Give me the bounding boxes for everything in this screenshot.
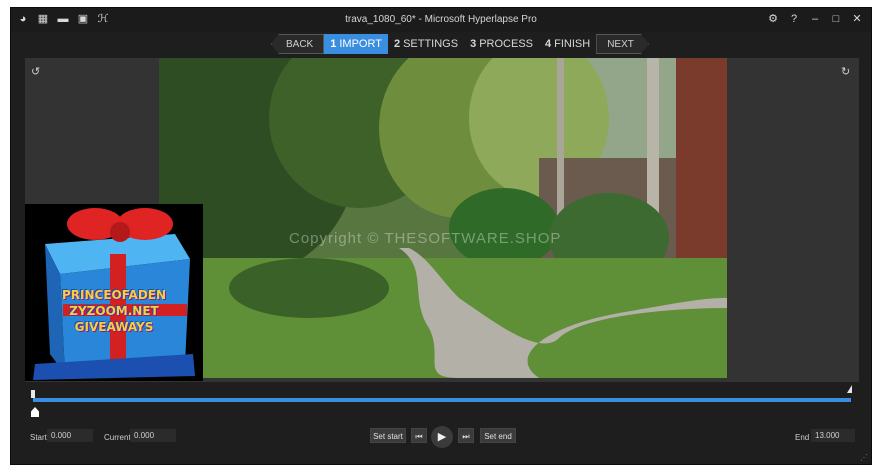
step-label: FINISH — [554, 38, 591, 50]
watermark-text: Copyright © THESOFTWARE.SHOP — [289, 230, 562, 247]
playhead[interactable] — [31, 407, 39, 417]
end-label: End — [795, 433, 810, 442]
step-number: 3 — [470, 38, 477, 50]
overlay-line: GIVEAWAYS — [74, 320, 154, 334]
step-process[interactable]: 3 PROCESS — [464, 34, 539, 54]
timeline-track[interactable] — [33, 398, 851, 402]
step-number: 2 — [393, 38, 401, 50]
resize-grip-icon[interactable]: ⋰ — [860, 453, 868, 462]
play-icon[interactable]: ▶ — [431, 426, 453, 448]
wizard-nav: BACK 1 IMPORT 2 SETTINGS 3 PROCESS 4 FINISH … — [271, 34, 649, 54]
current-label: Current — [104, 433, 131, 442]
maximize-icon[interactable]: □ — [830, 13, 842, 25]
step-finish[interactable]: 4 FINISH — [539, 34, 596, 54]
playback-controls: Start 0.000 Current 0.000 Set start ⏮ ▶ … — [11, 426, 871, 448]
step-import[interactable]: 1 IMPORT — [324, 34, 388, 54]
overlay-line: ZYZOOM.NET — [69, 304, 159, 318]
current-field[interactable]: 0.000 — [130, 429, 176, 442]
skip-start-icon[interactable]: ⏮ — [411, 428, 427, 443]
app-window: ◕ ▦ ▬ ▣ ℋ trava_1080_60* - Microsoft Hyp… — [10, 7, 872, 465]
giveaway-overlay: PRINCEOFADEN ZYZOOM.NET GIVEAWAYS — [25, 204, 203, 381]
rotate-left-icon[interactable]: ↺ — [31, 66, 43, 78]
end-field[interactable]: 13.000 — [811, 429, 855, 442]
step-number: 4 — [545, 38, 552, 50]
overlay-line: PRINCEOFADEN — [61, 288, 167, 302]
video-frame — [159, 58, 727, 378]
step-label: SETTINGS — [403, 38, 459, 50]
settings-icon[interactable]: ⚙ — [767, 13, 779, 25]
step-label: PROCESS — [479, 38, 533, 50]
set-start-button[interactable]: Set start — [370, 428, 406, 443]
start-label: Start — [30, 433, 47, 442]
title-bar: ◕ ▦ ▬ ▣ ℋ trava_1080_60* - Microsoft Hyp… — [11, 8, 871, 32]
window-title: trava_1080_60* - Microsoft Hyperlapse Pr… — [345, 14, 537, 25]
back-button[interactable]: BACK — [271, 34, 325, 54]
set-end-button[interactable]: Set end — [480, 428, 516, 443]
preview-panel: ↺ ↻ Copyright © THESOFTWARE.SHOP PRINCEO… — [25, 58, 859, 382]
step-label: IMPORT — [339, 38, 382, 50]
close-icon[interactable]: ✕ — [851, 13, 863, 25]
trim-start-handle[interactable] — [31, 390, 35, 398]
rotate-right-icon[interactable]: ↻ — [841, 66, 853, 78]
start-field[interactable]: 0.000 — [47, 429, 93, 442]
step-number: 1 — [330, 38, 337, 50]
help-icon[interactable]: ? — [788, 13, 800, 25]
video-preview: Copyright © THESOFTWARE.SHOP — [159, 58, 727, 378]
minimize-icon[interactable]: – — [809, 13, 821, 25]
step-settings[interactable]: 2 SETTINGS — [388, 34, 464, 54]
skip-end-icon[interactable]: ⏭ — [458, 428, 474, 443]
trim-end-handle[interactable] — [847, 385, 852, 393]
next-button[interactable]: NEXT — [596, 34, 649, 54]
